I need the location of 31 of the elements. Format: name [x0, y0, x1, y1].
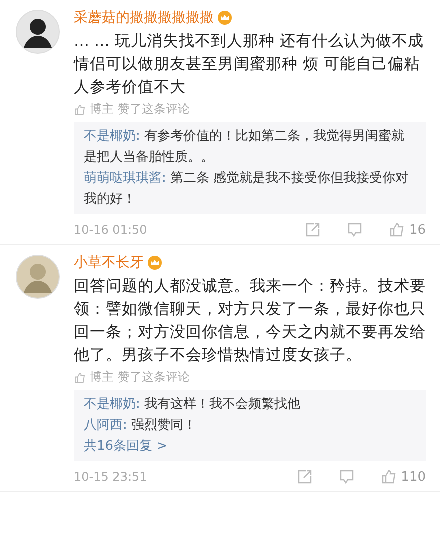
share-icon — [297, 469, 314, 485]
crown-badge-icon — [148, 256, 162, 270]
reply-text: 八阿西: 强烈赞同！ — [84, 417, 198, 435]
comment-icon — [347, 222, 364, 238]
share-icon — [305, 222, 322, 238]
liked-note: 博主 赞了这条评论 — [90, 369, 190, 386]
thumbs-up-icon — [381, 469, 398, 485]
comment-time: 10-15 23:51 — [74, 470, 148, 484]
user-name[interactable]: 小草不长牙 — [74, 254, 144, 272]
comment-button[interactable] — [339, 469, 356, 485]
comment-icon — [339, 469, 356, 485]
comment-text: … … 玩儿消失找不到人那种 还有什么认为做不成情侣可以做朋友甚至男闺蜜那种 烦 可能自己偏粘人参考价值不大 — [74, 31, 425, 98]
like-button[interactable]: 16 — [389, 222, 426, 238]
thumbs-up-icon — [389, 222, 406, 238]
avatar — [16, 255, 60, 299]
comment-button[interactable] — [347, 222, 364, 238]
user-name[interactable]: 采蘑菇的撒撒撒撒撒撒 — [74, 9, 214, 27]
reply-text: 不是椰奶: 有参考价值的！比如第二条，我觉得男闺蜜就是把人当备胎性质。。 — [84, 128, 406, 167]
thumbs-up-icon — [74, 104, 86, 116]
thumbs-up-icon — [74, 372, 86, 384]
share-button[interactable] — [297, 469, 314, 485]
crown-badge-icon — [218, 11, 232, 25]
like-button[interactable]: 110 — [381, 469, 426, 485]
share-button[interactable] — [305, 222, 322, 238]
liked-note: 博主 赞了这条评论 — [90, 101, 190, 118]
comment-text: 回答问题的人都没诚意。我来一个：矜持。技术要领：譬如微信聊天，对方只发了一条，最好你也只回一条；对方没回你信息，今天之内就不要再发给他了。男孩子不会珍惜热情过度女孩子。 — [74, 276, 426, 366]
comment-time: 10-16 01:50 — [74, 223, 148, 237]
avatar — [16, 10, 60, 54]
reply-text: 萌萌哒琪琪酱: 第二条 感觉就是我不接受你但我接受你对我的好！ — [84, 170, 410, 209]
more-replies-link[interactable]: 共16条回复 > — [84, 436, 168, 457]
reply-text: 不是椰奶: 我有这样！我不会频繁找他 — [84, 396, 302, 414]
